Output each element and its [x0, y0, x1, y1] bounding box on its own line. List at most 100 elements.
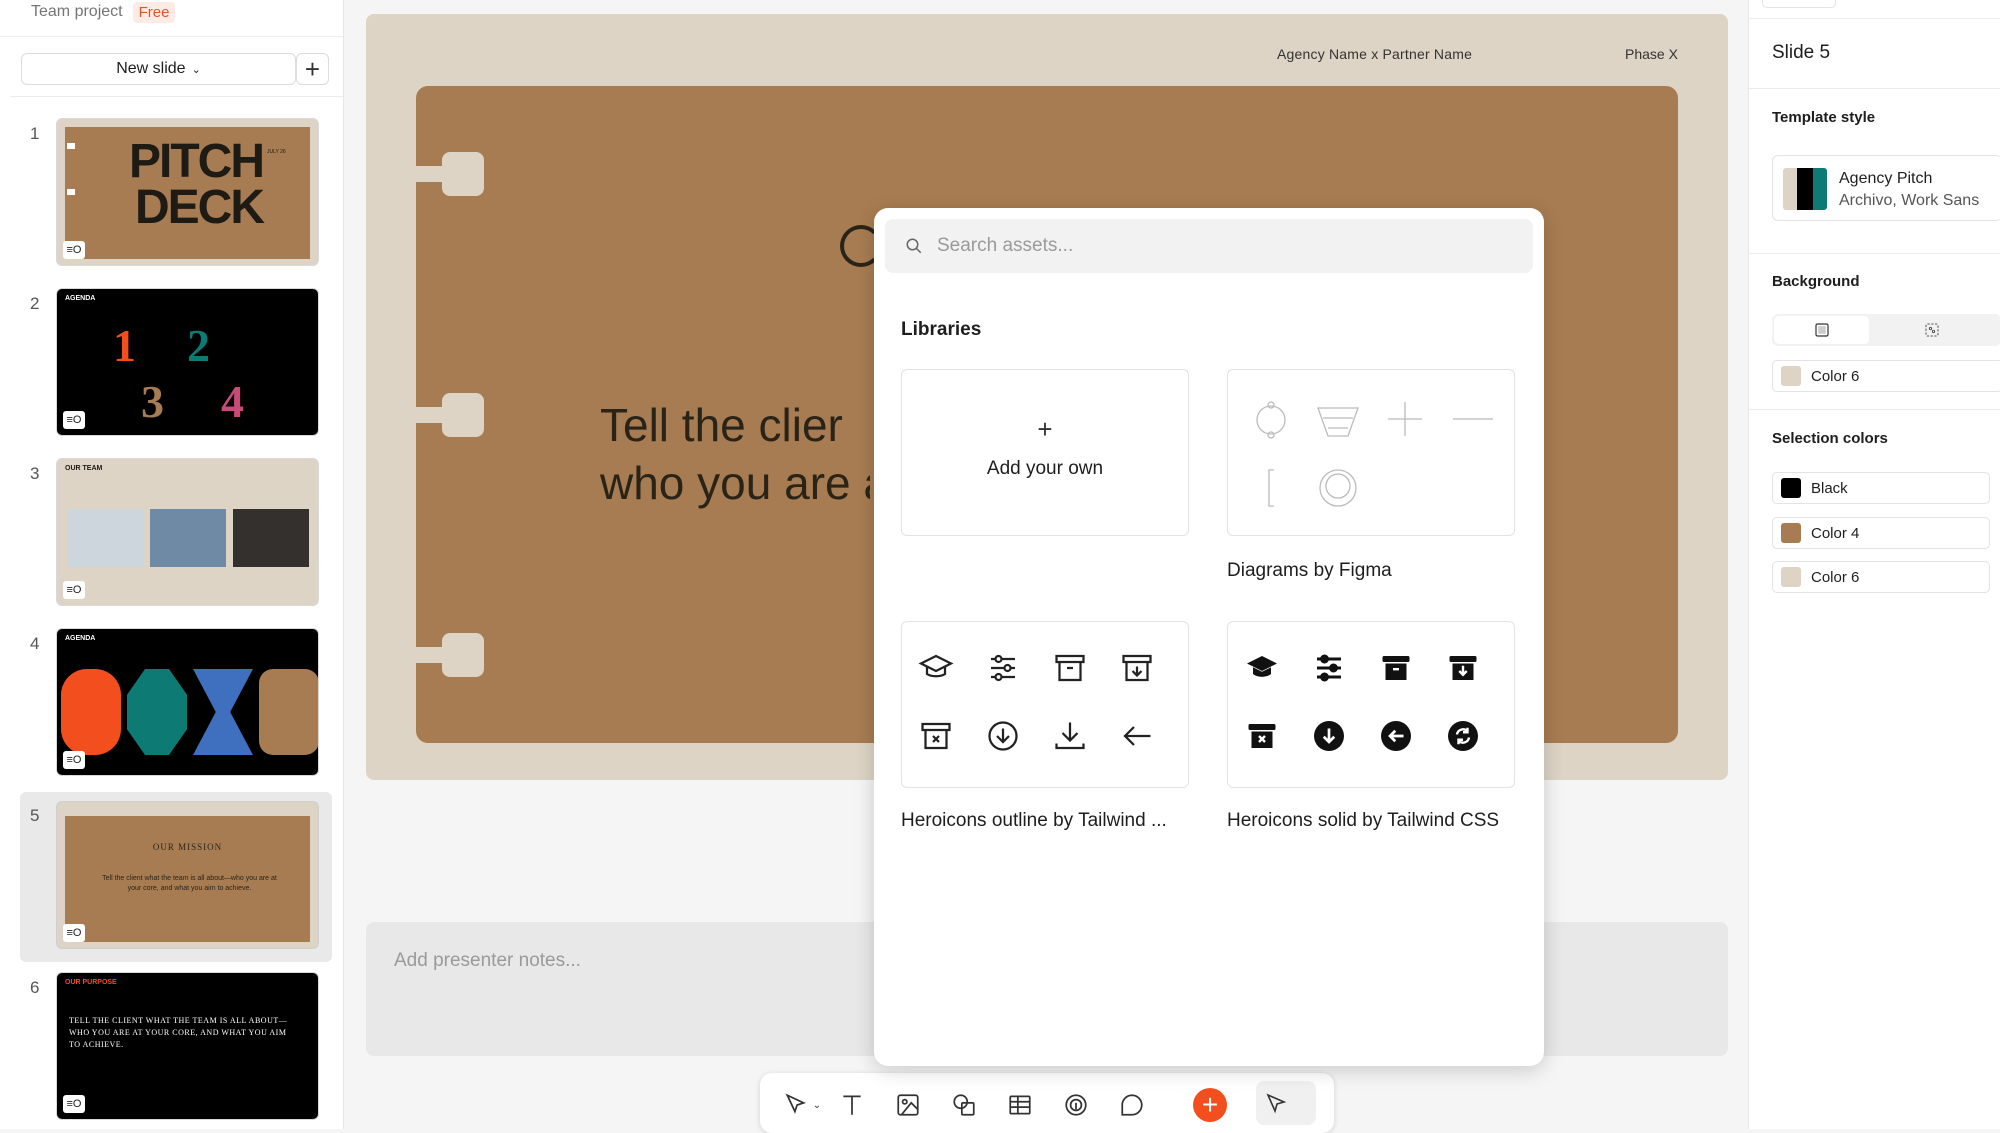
search-icon: [906, 238, 922, 254]
color-swatch[interactable]: [1781, 523, 1801, 543]
slide-thumbnail[interactable]: OUR MISSION Tell the client what the tea…: [56, 801, 319, 949]
slide-tab-marker: [416, 633, 484, 677]
chevron-down-icon: ⌄: [812, 1099, 822, 1111]
cursor-icon: [785, 1093, 806, 1114]
library-name: Heroicons solid by Tailwind CSS: [1227, 810, 1500, 831]
comment-tool[interactable]: [1118, 1091, 1146, 1119]
selection-colors-heading: Selection colors: [1772, 430, 1888, 447]
slide-body: TELL THE CLIENT WHAT THE TEAM IS ALL ABO…: [69, 1016, 288, 1049]
selection-color-item[interactable]: Color 6: [1772, 561, 1990, 593]
arrow-down-circle-icon: [983, 714, 1023, 758]
archive-box-arrow-down-solid-icon: [1443, 646, 1483, 690]
slide-thumbnail-row[interactable]: 3 OUR TEAM ≡O: [20, 458, 332, 608]
library-card-heroicons-outline[interactable]: [901, 621, 1189, 788]
slide-thumbnail-row[interactable]: 2 AGENDA 1 2 3 4 ≡O: [20, 288, 332, 438]
project-header: Team project Free: [31, 0, 176, 24]
slide-number: 5: [30, 806, 40, 825]
text-icon: [843, 1095, 861, 1115]
slide-title: OUR TEAM: [65, 465, 103, 472]
notes-icon: ≡O: [63, 411, 85, 429]
interactive-tool[interactable]: [1062, 1091, 1090, 1119]
color-swatch[interactable]: [1781, 567, 1801, 587]
notes-icon: ≡O: [63, 1095, 85, 1113]
table-icon: [1009, 1095, 1031, 1115]
slides-sidebar: Team project Free New slide ⌄ + 1 PITCH …: [0, 0, 344, 1129]
color-swatch[interactable]: [1781, 366, 1801, 386]
assets-popup: Libraries + Add your own Diagrams by Fig…: [874, 208, 1544, 1066]
slide-date: JULY 26: [267, 149, 286, 155]
template-style-card[interactable]: Agency Pitch Archivo, Work Sans: [1772, 155, 2000, 221]
library-card-diagrams[interactable]: [1227, 369, 1515, 536]
template-style-heading: Template style: [1772, 109, 1876, 126]
notes-icon: ≡O: [63, 241, 85, 259]
new-slide-label: New slide: [116, 60, 186, 77]
shape-tool[interactable]: [950, 1091, 978, 1119]
archive-box-arrow-down-icon: [1117, 646, 1157, 690]
project-name[interactable]: Team project: [31, 3, 123, 21]
comment-icon: [1121, 1094, 1143, 1116]
team-photo: [233, 509, 309, 567]
slide-thumbnail-row-selected[interactable]: 5 OUR MISSION Tell the client what the t…: [20, 792, 332, 962]
fingerprint-icon: [1065, 1094, 1087, 1116]
slide-header-agency[interactable]: Agency Name x Partner Name: [1277, 46, 1472, 62]
slide-thumbnail[interactable]: OUR TEAM ≡O: [56, 458, 319, 606]
bottom-toolbar: ⌄ +: [760, 1073, 1334, 1133]
divider: [1749, 253, 2000, 254]
solid-fill-option[interactable]: [1774, 316, 1869, 344]
notes-icon: ≡O: [63, 751, 85, 769]
archive-box-icon: [1050, 646, 1090, 690]
selection-color-name: Black: [1811, 479, 1848, 497]
properties-panel: Slide 5 Template style Agency Pitch Arch…: [1748, 0, 2000, 1129]
academic-cap-solid-icon: [1242, 646, 1282, 690]
divider: [0, 36, 343, 37]
plus-icon: +: [1037, 414, 1053, 444]
table-tool[interactable]: [1006, 1091, 1034, 1119]
move-tool[interactable]: [782, 1091, 810, 1119]
library-card-heroicons-solid[interactable]: [1227, 621, 1515, 788]
search-bar[interactable]: [885, 219, 1533, 273]
image-fill-option[interactable]: [1884, 316, 1979, 344]
text-tool[interactable]: [838, 1091, 866, 1119]
slide-body-text[interactable]: Tell the clier who you are a: [600, 396, 870, 512]
new-slide-button[interactable]: New slide ⌄: [21, 53, 296, 85]
arrow-path-solid-icon: [1443, 714, 1483, 758]
slide-thumbnail-row[interactable]: 1 PITCH DECK JULY 26 ≡O: [20, 118, 332, 268]
slide-thumbnail[interactable]: AGENDA 1 2 3 4 ≡O: [56, 288, 319, 436]
search-input[interactable]: [935, 234, 1499, 258]
slide-thumbnail-row[interactable]: 4 AGENDA ≡O: [20, 628, 332, 778]
add-your-own-card[interactable]: + Add your own: [901, 369, 1189, 536]
libraries-heading: Libraries: [901, 319, 982, 340]
panel-tab-button[interactable]: [1762, 0, 1836, 8]
slide-body: Tell the client what the team is all abo…: [102, 875, 277, 892]
slide-tab-marker: [416, 393, 484, 437]
slide-thumbnail[interactable]: OUR PURPOSE TELL THE CLIENT WHAT THE TEA…: [56, 972, 319, 1120]
template-swatch: [1783, 168, 1827, 210]
add-your-own-label: Add your own: [986, 458, 1104, 479]
slide-thumbnail[interactable]: PITCH DECK JULY 26 ≡O: [56, 118, 319, 266]
selection-color-item[interactable]: Color 4: [1772, 517, 1990, 549]
move-tool-menu[interactable]: ⌄: [810, 1091, 824, 1119]
slide-header-phase[interactable]: Phase X: [1625, 46, 1678, 62]
solid-fill-icon: [1814, 323, 1829, 337]
color-swatch[interactable]: [1781, 478, 1801, 498]
team-photo: [67, 509, 143, 567]
slide-thumbnail-row[interactable]: 6 OUR PURPOSE TELL THE CLIENT WHAT THE T…: [20, 972, 332, 1122]
presenter-notes-placeholder[interactable]: Add presenter notes...: [394, 950, 581, 972]
library-name: Heroicons outline by Tailwind ...: [901, 810, 1167, 831]
arrow-down-circle-solid-icon: [1309, 714, 1349, 758]
archive-box-x-mark-icon: [916, 714, 956, 758]
slide-number: 2: [30, 294, 40, 313]
background-color-field[interactable]: Color 6: [1772, 360, 2000, 392]
add-slide-button[interactable]: +: [296, 53, 329, 85]
arrow-left-icon: [1117, 714, 1157, 758]
dev-mode-toggle[interactable]: [1256, 1081, 1316, 1125]
academic-cap-icon: [916, 646, 956, 690]
shapes-icon: [953, 1094, 975, 1116]
image-tool[interactable]: [894, 1091, 922, 1119]
selection-color-item[interactable]: Black: [1772, 472, 1990, 504]
image-fill-icon: [1924, 323, 1939, 337]
assets-button[interactable]: +: [1193, 1088, 1227, 1122]
slide-thumbnail[interactable]: AGENDA ≡O: [56, 628, 319, 776]
arrow-down-tray-icon: [1050, 714, 1090, 758]
notes-icon: ≡O: [63, 581, 85, 599]
